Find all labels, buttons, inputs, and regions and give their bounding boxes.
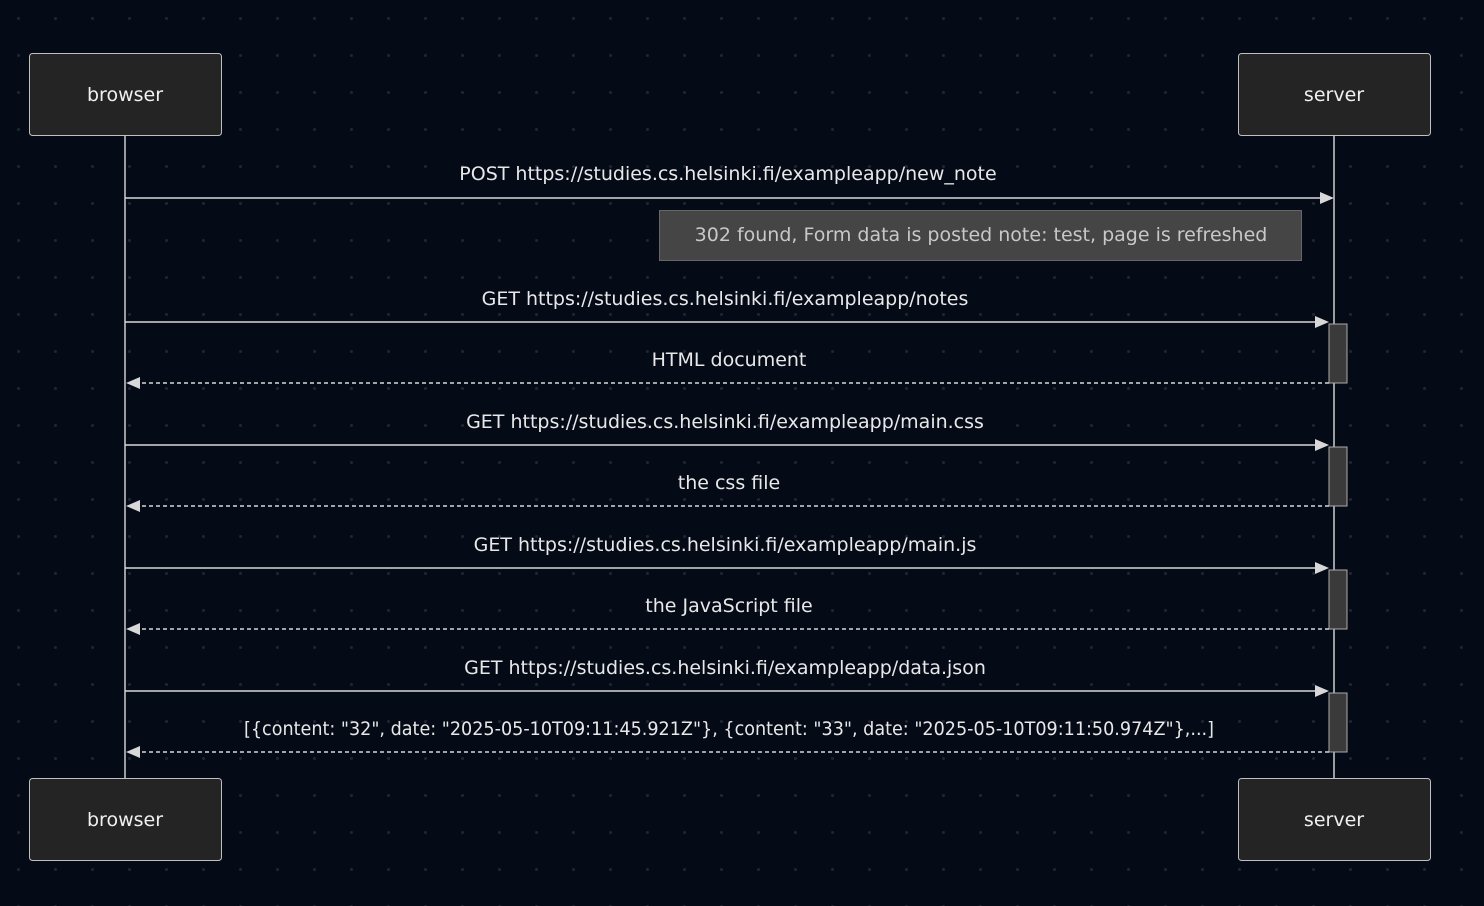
- message-label: GET https://studies.cs.helsinki.fi/examp…: [474, 534, 977, 556]
- message-label: [{content: "32", date: "2025-05-10T09:11…: [244, 718, 1214, 740]
- arrow-right-icon: [1315, 562, 1329, 574]
- message-json-response: [{content: "32", date: "2025-05-10T09:11…: [126, 718, 1329, 758]
- diagram-canvas: browser server browser server POST https…: [0, 0, 1484, 906]
- message-html-document: HTML document: [126, 349, 1329, 389]
- browser-actor-bottom: browser: [29, 778, 222, 861]
- browser-actor-bottom-label: browser: [87, 809, 163, 831]
- message-post-new-note: POST https://studies.cs.helsinki.fi/exam…: [125, 163, 1334, 204]
- server-actor-top-label: server: [1304, 84, 1364, 106]
- arrow-left-icon: [126, 623, 140, 635]
- arrow-left-icon: [126, 746, 140, 758]
- browser-actor-top-label: browser: [87, 84, 163, 106]
- arrow-right-icon: [1315, 316, 1329, 328]
- server-actor-bottom-label: server: [1304, 809, 1364, 831]
- message-label: the css file: [678, 472, 780, 494]
- message-label: GET https://studies.cs.helsinki.fi/examp…: [466, 411, 984, 433]
- server-activation-json: [1328, 692, 1348, 753]
- note-text: 302 found, Form data is posted note: tes…: [695, 224, 1268, 246]
- server-actor-top: server: [1238, 53, 1431, 136]
- arrow-right-icon: [1315, 439, 1329, 451]
- arrow-right-icon: [1320, 192, 1334, 204]
- server-activation-css: [1328, 446, 1348, 507]
- server-activation-notes: [1328, 323, 1348, 384]
- browser-actor-top: browser: [29, 53, 222, 136]
- server-activation-js: [1328, 569, 1348, 630]
- message-get-data-json: GET https://studies.cs.helsinki.fi/examp…: [125, 657, 1329, 697]
- note-over-server: 302 found, Form data is posted note: tes…: [659, 210, 1302, 261]
- message-get-main-js: GET https://studies.cs.helsinki.fi/examp…: [125, 534, 1329, 574]
- message-javascript-file: the JavaScript file: [126, 595, 1329, 635]
- arrow-left-icon: [126, 500, 140, 512]
- message-label: GET https://studies.cs.helsinki.fi/examp…: [482, 288, 969, 310]
- message-get-notes: GET https://studies.cs.helsinki.fi/examp…: [125, 288, 1329, 328]
- arrow-right-icon: [1315, 685, 1329, 697]
- message-label: the JavaScript file: [645, 595, 812, 617]
- arrow-left-icon: [126, 377, 140, 389]
- message-label: POST https://studies.cs.helsinki.fi/exam…: [459, 163, 996, 185]
- message-css-file: the css file: [126, 472, 1329, 512]
- message-get-main-css: GET https://studies.cs.helsinki.fi/examp…: [125, 411, 1329, 451]
- message-label: HTML document: [652, 349, 807, 371]
- sequence-diagram: browser server browser server POST https…: [29, 53, 1431, 861]
- message-label: GET https://studies.cs.helsinki.fi/examp…: [464, 657, 986, 679]
- server-actor-bottom: server: [1238, 778, 1431, 861]
